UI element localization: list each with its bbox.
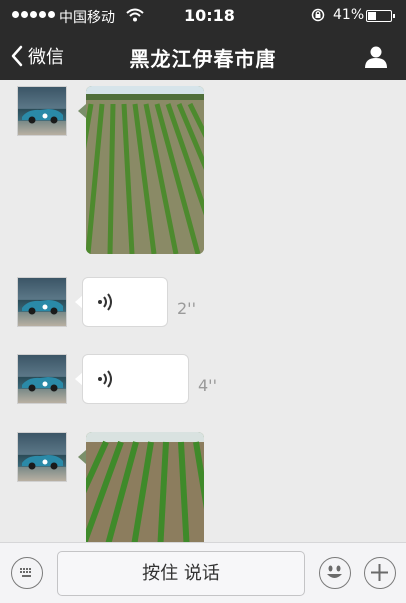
- profile-icon[interactable]: [364, 45, 388, 69]
- more-options-button[interactable]: [364, 557, 396, 589]
- image-message[interactable]: [86, 86, 204, 254]
- image-message[interactable]: [86, 432, 204, 542]
- wifi-icon: [126, 8, 144, 22]
- hold-to-talk-button[interactable]: 按住 说话: [57, 551, 305, 596]
- voice-wave-icon: [98, 370, 112, 388]
- voice-wave-icon: [98, 293, 112, 311]
- car-avatar-image: [22, 377, 63, 392]
- keyboard-toggle-button[interactable]: [11, 557, 43, 589]
- chat-title: 黑龙江伊春市唐: [129, 47, 277, 71]
- status-time: 10:18: [184, 6, 235, 25]
- car-avatar-image: [22, 300, 63, 315]
- voice-duration: 2'': [177, 299, 196, 318]
- car-avatar-image: [22, 109, 63, 124]
- car-avatar-image: [22, 455, 63, 470]
- field-photo-image: [86, 86, 204, 254]
- sender-avatar[interactable]: [17, 86, 67, 136]
- signal-strength-icon: [12, 11, 55, 18]
- orientation-lock-icon: [311, 8, 325, 22]
- plus-icon: [371, 564, 388, 581]
- voice-message-bubble[interactable]: [82, 354, 189, 404]
- field-photo-image: [86, 432, 204, 542]
- carrier-name: 中国移动: [59, 10, 115, 26]
- input-bar: 按住 说话: [0, 542, 406, 603]
- status-bar: 中国移动 10:18 41%: [0, 0, 406, 33]
- smiley-icon: [327, 565, 342, 578]
- chat-message-list[interactable]: 2'' 4'': [0, 80, 406, 542]
- battery-percent: 41%: [333, 7, 365, 23]
- voice-message-bubble[interactable]: [82, 277, 168, 327]
- sender-avatar[interactable]: [17, 277, 67, 327]
- voice-duration: 4'': [198, 376, 217, 395]
- emoji-button[interactable]: [319, 557, 351, 589]
- battery-icon: [366, 10, 395, 22]
- nav-bar: 微信 黑龙江伊春市唐: [0, 33, 406, 80]
- sender-avatar[interactable]: [17, 432, 67, 482]
- keyboard-icon: [20, 568, 31, 577]
- wechat-chat-screen: 中国移动 10:18 41% 微信 黑龙江伊春市唐 2'' 4'' 按住 说话: [0, 0, 406, 603]
- sender-avatar[interactable]: [17, 354, 67, 404]
